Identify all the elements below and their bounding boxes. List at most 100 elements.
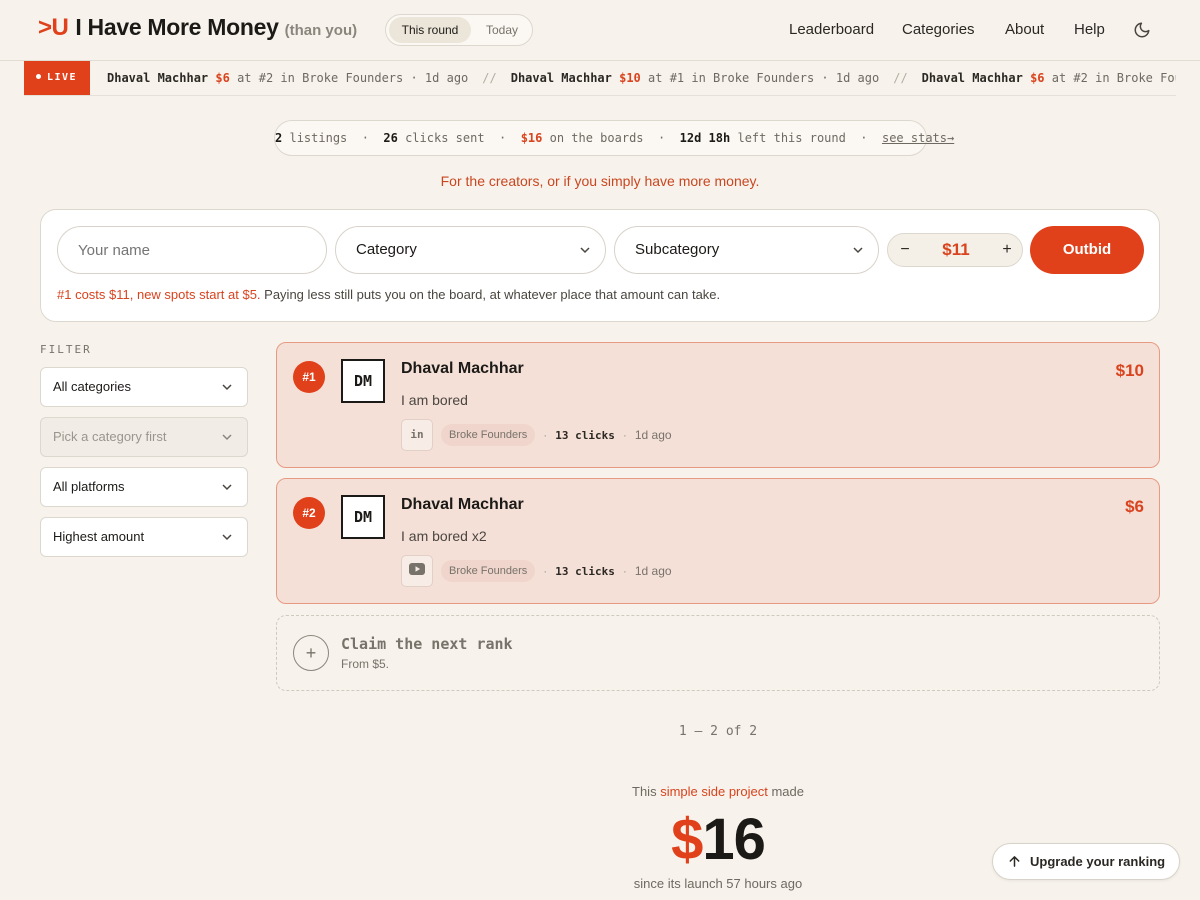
category-select[interactable]: Category — [335, 226, 606, 274]
stat-time-label: left this round — [737, 131, 846, 145]
filter-platform-value: All platforms — [53, 479, 125, 494]
plus-icon: + — [293, 635, 329, 671]
ticker-amount: $6 — [1030, 71, 1045, 85]
round-stats: 2 listings · 26 clicks sent · $16 on the… — [274, 120, 954, 156]
rank-badge: #2 — [293, 497, 325, 529]
linkedin-icon[interactable]: in — [401, 419, 433, 451]
category-select-label: Category — [356, 241, 417, 258]
see-stats-link[interactable]: see stats→ — [882, 131, 954, 145]
outbid-button[interactable]: Outbid — [1030, 226, 1144, 274]
ticker-name: Dhaval Machhar — [510, 71, 612, 85]
ticker-name: Dhaval Machhar — [107, 71, 209, 85]
avatar: DM — [341, 359, 385, 403]
listing-name[interactable]: Dhaval Machhar — [401, 496, 524, 514]
nav-categories[interactable]: Categories — [902, 21, 975, 38]
period-toggle: This round Today — [385, 14, 533, 46]
claim-title: Claim the next rank — [341, 635, 513, 653]
live-dot-icon — [36, 74, 41, 79]
pagination-info: 1 – 2 of 2 — [678, 724, 758, 739]
stat-amount: $16 — [520, 131, 543, 145]
subcategory-select[interactable]: Subcategory — [614, 226, 879, 274]
nav-help[interactable]: Help — [1074, 21, 1105, 38]
stat-clicks-label: clicks sent — [405, 131, 485, 145]
listing-time: 1d ago — [634, 428, 672, 442]
amount-value: $11 — [942, 240, 970, 259]
live-badge: LIVE — [24, 61, 90, 95]
chevron-down-icon — [222, 534, 232, 541]
listing-description: I am bored — [401, 392, 468, 408]
total-currency: $ — [671, 807, 703, 872]
logo[interactable]: >U I Have More Money (than you) — [38, 14, 357, 42]
stat-amount-label: on the boards — [549, 131, 644, 145]
ticker-amount: $6 — [215, 71, 230, 85]
sort-select[interactable]: Highest amount — [40, 517, 248, 557]
stat-clicks-count: 26 — [383, 131, 398, 145]
claim-subtitle: From $5. — [341, 657, 390, 671]
claim-next-rank[interactable]: + Claim the next rank From $5. — [276, 615, 1160, 691]
dark-mode-moon-icon[interactable] — [1133, 21, 1151, 39]
sort-value: Highest amount — [53, 529, 145, 544]
upgrade-ranking-label: Upgrade your ranking — [1030, 854, 1166, 869]
chevron-down-icon — [222, 434, 232, 441]
ticker-item: Dhaval Machhar $6 at #2 in Broke Founder… — [922, 71, 1176, 85]
ticker-rest: at #1 in Broke Founders · 1d ago — [648, 71, 880, 85]
filter-category-value: All categories — [53, 379, 132, 394]
meta-separator: · — [622, 564, 627, 578]
pricing-note-rest: Paying less still puts you on the board,… — [260, 287, 721, 302]
rank-badge: #1 — [293, 361, 325, 393]
increase-amount-button[interactable]: + — [990, 234, 1024, 266]
ticker-rest: at #2 in Broke Founders · 1d ago — [1051, 71, 1176, 85]
nav-leaderboard[interactable]: Leaderboard — [789, 21, 874, 38]
listing-amount: $6 — [1125, 497, 1144, 516]
avatar: DM — [341, 495, 385, 539]
made-prefix: This — [632, 784, 661, 799]
toggle-today[interactable]: Today — [474, 17, 530, 43]
filter-subcategory-select[interactable]: Pick a category first — [40, 417, 248, 457]
chevron-down-icon — [222, 484, 232, 491]
side-project-link[interactable]: simple side project — [660, 784, 768, 799]
meta-separator: · — [543, 564, 548, 578]
meta-separator: · — [622, 428, 627, 442]
side-project-note: This simple side project made — [276, 784, 1160, 799]
pricing-note-highlight: #1 costs $11, new spots start at $5. — [57, 287, 261, 302]
pricing-note: #1 costs $11, new spots start at $5. Pay… — [57, 287, 720, 302]
youtube-icon[interactable] — [401, 555, 433, 587]
tagline: For the creators, or if you simply have … — [440, 173, 760, 189]
chevron-down-icon — [853, 247, 863, 254]
nav-about[interactable]: About — [1005, 21, 1044, 38]
listing-clicks: 13 clicks — [555, 428, 615, 442]
listing-name[interactable]: Dhaval Machhar — [401, 360, 524, 378]
listing-card[interactable]: #2 DM Dhaval Machhar I am bored x2 $6 Br… — [276, 478, 1160, 604]
live-ticker: LIVE Dhaval Machhar $6 at #2 in Broke Fo… — [24, 61, 1176, 96]
listing-card[interactable]: #1 DM Dhaval Machhar I am bored $10 in B… — [276, 342, 1160, 468]
stat-time-left: 12d 18h — [679, 131, 731, 145]
listing-description: I am bored x2 — [401, 528, 487, 544]
ticker-rest: at #2 in Broke Founders · 1d ago — [237, 71, 469, 85]
name-input[interactable] — [57, 226, 327, 274]
amount-stepper: − $11 + — [887, 233, 1023, 267]
ticker-amount: $10 — [619, 71, 641, 85]
ticker-item: Dhaval Machhar $10 at #1 in Broke Founde… — [511, 71, 880, 85]
chevron-down-icon — [222, 384, 232, 391]
ticker-name: Dhaval Machhar — [921, 71, 1023, 85]
category-chip[interactable]: Broke Founders — [441, 424, 536, 446]
listing-meta: in Broke Founders · 13 clicks · 1d ago — [401, 419, 672, 451]
filter-label: FILTER — [40, 343, 92, 356]
filter-platform-select[interactable]: All platforms — [40, 467, 248, 507]
filter-category-select[interactable]: All categories — [40, 367, 248, 407]
ticker-track: Dhaval Machhar $6 at #2 in Broke Founder… — [107, 61, 1176, 95]
total-value: 16 — [702, 807, 766, 872]
category-chip[interactable]: Broke Founders — [441, 560, 536, 582]
toggle-this-round[interactable]: This round — [389, 17, 471, 43]
filter-subcategory-value: Pick a category first — [53, 429, 167, 444]
listing-amount: $10 — [1115, 361, 1144, 380]
listing-time: 1d ago — [634, 564, 672, 578]
arrow-up-icon — [1009, 856, 1020, 867]
made-suffix: made — [767, 784, 804, 799]
meta-separator: · — [543, 428, 548, 442]
top-header: >U I Have More Money (than you) This rou… — [0, 0, 1200, 61]
logo-mark: >U — [38, 14, 69, 41]
upgrade-ranking-button[interactable]: Upgrade your ranking — [992, 843, 1180, 880]
stat-listings-count: 2 — [275, 131, 283, 145]
decrease-amount-button[interactable]: − — [888, 234, 922, 266]
